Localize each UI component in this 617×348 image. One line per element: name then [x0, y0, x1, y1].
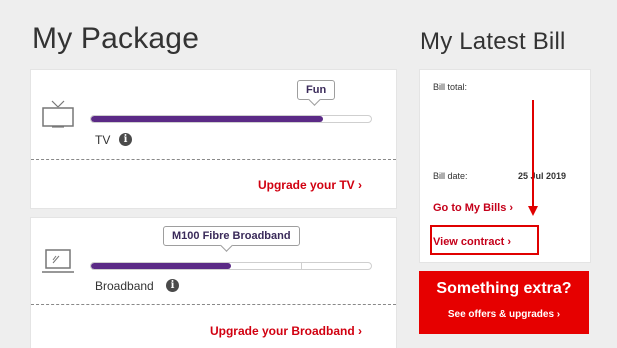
promo-offers-link[interactable]: See offers & upgrades ›: [419, 309, 589, 320]
upgrade-tv-link[interactable]: Upgrade your TV ›: [258, 178, 362, 192]
tv-card: Fun TV i Upgrade your TV ›: [31, 70, 396, 208]
bill-date-value: 25 Jul 2019: [518, 171, 567, 181]
upgrade-broadband-link[interactable]: Upgrade your Broadband ›: [210, 324, 362, 338]
tv-icon: [41, 100, 75, 133]
info-icon[interactable]: i: [119, 133, 132, 146]
tv-usage-bar: [90, 115, 372, 123]
promo-title: Something extra?: [436, 280, 572, 297]
bill-date-label: Bill date:: [433, 171, 468, 181]
promo-banner[interactable]: Something extra? See offers & upgrades ›: [419, 271, 589, 334]
broadband-package-tag: M100 Fibre Broadband: [163, 226, 300, 246]
page-title: My Package: [32, 22, 200, 55]
divider: [31, 159, 396, 160]
broadband-card: M100 Fibre Broadband Broadband i Upgrade…: [31, 218, 396, 348]
broadband-usage-bar: [90, 262, 372, 270]
go-to-bills-link[interactable]: Go to My Bills ›: [433, 202, 513, 214]
annotation-arrow-line: [532, 100, 534, 208]
tv-label: TV: [95, 133, 111, 147]
divider: [31, 304, 396, 305]
bar-segment-divider: [301, 263, 302, 269]
info-icon[interactable]: i: [166, 279, 179, 292]
laptop-icon: [41, 248, 75, 281]
bill-total-label: Bill total:: [433, 82, 468, 92]
tv-usage-fill: [91, 116, 324, 122]
bill-section-title: My Latest Bill: [420, 28, 566, 55]
tv-package-tag: Fun: [297, 80, 336, 100]
annotation-highlight-box: [430, 225, 539, 255]
annotation-arrow-head: [528, 206, 538, 216]
broadband-label: Broadband: [95, 279, 154, 293]
broadband-usage-fill: [91, 263, 231, 269]
